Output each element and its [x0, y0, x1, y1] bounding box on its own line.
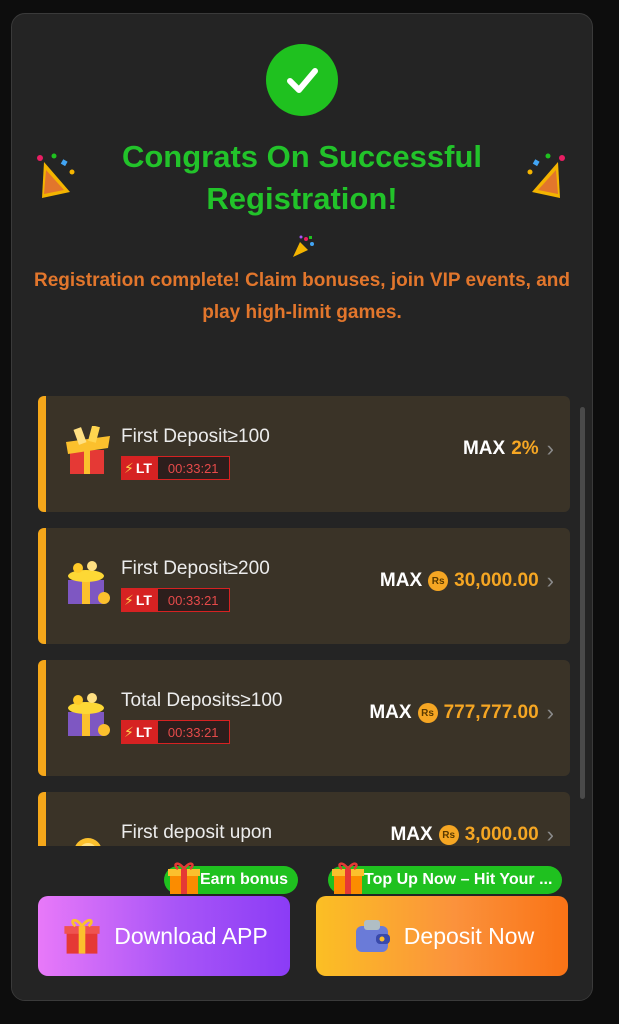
gift-icon [64, 918, 100, 954]
bonus-card[interactable]: First deposit upon MAX Rs 3,000.00 › [38, 792, 570, 846]
action-bar: Earn bonus Top Up Now – Hit Your ... Dow… [12, 846, 592, 1000]
chevron-right-icon: › [546, 436, 554, 461]
gift-icon [168, 862, 200, 894]
timer: ⚡ LT 00:33:21 [121, 588, 230, 612]
timer: ⚡ LT 00:33:21 [121, 720, 230, 744]
bonus-amount: 2% [511, 438, 539, 459]
bonus-label: First Deposit≥200 [121, 558, 270, 579]
lightning-icon: ⚡ [124, 459, 134, 476]
countdown: 00:33:21 [156, 720, 230, 744]
rupee-coin-icon: Rs [428, 571, 449, 591]
max-label: MAX [390, 824, 433, 845]
registration-success-modal: Congrats On Successful Registration! Reg… [11, 13, 593, 1001]
scrollbar[interactable] [580, 407, 585, 799]
max-label: MAX [462, 438, 506, 459]
chevron-right-icon: › [546, 700, 554, 725]
check-icon [266, 44, 338, 116]
bonus-amount: 3,000.00 [464, 824, 539, 845]
download-app-label: Download APP [114, 922, 268, 949]
rupee-coin-icon: Rs [417, 703, 438, 723]
max-label: MAX [379, 570, 423, 591]
subtitle: Registration complete! Claim bonuses, jo… [34, 270, 570, 323]
bonus-label: First deposit upon [121, 822, 273, 843]
download-app-button[interactable]: Download APP [38, 896, 290, 976]
deposit-now-label: Deposit Now [403, 922, 535, 949]
coin-icon [75, 838, 101, 846]
gift-box-icon [68, 693, 110, 736]
chevron-right-icon: › [546, 822, 554, 846]
lightning-icon: ⚡ [124, 591, 134, 608]
page-title: Congrats On Successful Registration! [121, 139, 483, 216]
timer: ⚡ LT 00:33:21 [121, 456, 230, 480]
bonus-card[interactable]: First Deposit≥100 ⚡ LT 00:33:21 MAX 2% › [38, 396, 570, 512]
gift-box-icon [66, 426, 110, 474]
bonus-label: Total Deposits≥100 [121, 690, 283, 711]
countdown: 00:33:21 [156, 588, 230, 612]
bonus-list[interactable]: First Deposit≥100 ⚡ LT 00:33:21 MAX 2% › [12, 394, 592, 846]
bonus-amount: 777,777.00 [443, 702, 539, 723]
lt-label: LT [135, 592, 152, 608]
bonus-amount: 30,000.00 [454, 570, 539, 591]
deposit-now-button[interactable]: Deposit Now [316, 896, 568, 976]
max-label: MAX [369, 702, 412, 723]
confetti-icon [293, 235, 314, 257]
wallet-icon [355, 920, 390, 952]
countdown: 00:33:21 [156, 456, 230, 480]
bonus-card[interactable]: Total Deposits≥100 ⚡ LT 00:33:21 MAX Rs … [38, 660, 570, 776]
earn-bonus-label: Earn bonus [200, 871, 289, 888]
rupee-coin-icon: Rs [438, 825, 459, 845]
top-up-label: Top Up Now – Hit Your ... [364, 871, 553, 888]
top-up-badge: Top Up Now – Hit Your ... [328, 862, 563, 894]
gift-box-icon [68, 561, 110, 604]
lightning-icon: ⚡ [124, 723, 134, 740]
earn-bonus-badge: Earn bonus [164, 862, 299, 894]
gift-icon [332, 862, 364, 894]
bonus-card[interactable]: First Deposit≥200 ⚡ LT 00:33:21 MAX Rs 3… [38, 528, 570, 644]
lt-label: LT [135, 460, 152, 476]
lt-label: LT [135, 724, 152, 740]
chevron-right-icon: › [546, 568, 554, 593]
bonus-label: First Deposit≥100 [121, 426, 270, 447]
